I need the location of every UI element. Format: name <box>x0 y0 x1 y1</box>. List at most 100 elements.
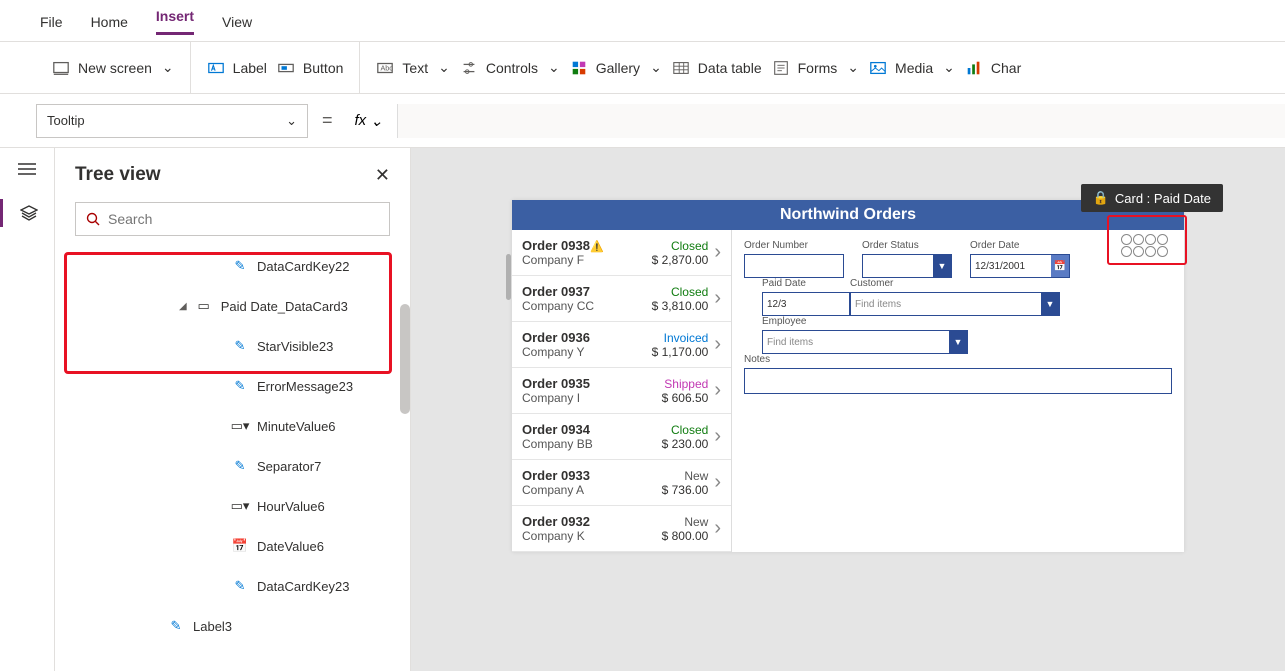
ribbon-button[interactable]: Button <box>277 59 343 77</box>
search-icon <box>86 212 100 226</box>
paid-date-picker[interactable]: 12/3 <box>762 292 850 316</box>
chevron-down-icon: ⌄ <box>847 59 859 76</box>
chevron-down-icon: ⌄ <box>943 59 955 76</box>
media-icon <box>869 59 887 77</box>
order-form: Order Number Order Status ▼ Order Date 1… <box>732 230 1184 552</box>
order-row[interactable]: Order 0933Company ANew$ 736.00› <box>512 460 731 506</box>
chevron-down-icon: ▼ <box>949 331 967 353</box>
ribbon-gallery-button[interactable]: Gallery ⌄ <box>570 59 662 77</box>
top-menu: File Home Insert View <box>0 0 1285 42</box>
ribbon-text-button[interactable]: Abc Text ⌄ <box>376 59 449 77</box>
tree-title: Tree view <box>75 164 161 186</box>
chevron-down-icon: ⌄ <box>162 59 174 76</box>
button-icon <box>277 59 295 77</box>
tree-item-label3[interactable]: ✎ Label3 <box>55 606 410 646</box>
menu-file[interactable]: File <box>40 14 63 30</box>
tree-item-starvisible[interactable]: ✎ StarVisible23 <box>55 326 410 366</box>
ribbon-media-button[interactable]: Media ⌄ <box>869 59 955 77</box>
chevron-down-icon: ⌄ <box>286 113 297 129</box>
svg-text:Abc: Abc <box>381 63 394 72</box>
gallery-icon <box>570 59 588 77</box>
order-status-dropdown[interactable]: ▼ <box>862 254 952 278</box>
order-row[interactable]: Order 0936Company YInvoiced$ 1,170.00› <box>512 322 731 368</box>
lock-icon: 🔒 <box>1093 190 1109 206</box>
notes-label: Notes <box>744 354 1172 365</box>
order-number-input[interactable] <box>744 254 844 278</box>
equals-sign: = <box>322 110 333 131</box>
dropdown-icon: ▭▾ <box>231 419 249 433</box>
forms-icon <box>772 59 790 77</box>
tree-item-hourvalue[interactable]: ▭▾ HourValue6 <box>55 486 410 526</box>
chevron-down-icon: ⌄ <box>438 59 450 76</box>
order-row[interactable]: Order 0934Company BBClosed$ 230.00› <box>512 414 731 460</box>
datatable-icon <box>672 59 690 77</box>
menu-home[interactable]: Home <box>91 14 128 30</box>
property-selector[interactable]: Tooltip ⌄ <box>36 104 308 138</box>
ribbon-datatable-button[interactable]: Data table <box>672 59 762 77</box>
fx-button[interactable]: fx ⌄ <box>347 106 391 136</box>
chart-icon <box>965 59 983 77</box>
notes-input[interactable] <box>744 368 1172 394</box>
tree-item-separator[interactable]: ✎ Separator7 <box>55 446 410 486</box>
chevron-right-icon: › <box>714 333 721 356</box>
chevron-down-icon: ⌄ <box>650 59 662 76</box>
left-rail <box>0 148 55 671</box>
ribbon-chart-button[interactable]: Char <box>965 59 1021 77</box>
formula-input[interactable] <box>397 104 1285 138</box>
order-row[interactable]: Order 0937Company CCClosed$ 3,810.00› <box>512 276 731 322</box>
new-screen-icon <box>52 59 70 77</box>
selection-tooltip: 🔒 Card : Paid Date <box>1081 184 1223 212</box>
chevron-right-icon: › <box>714 517 721 540</box>
order-gallery[interactable]: Order 0938⚠️Company FClosed$ 2,870.00›Or… <box>512 230 732 552</box>
label-icon: ✎ <box>231 379 249 393</box>
menu-insert[interactable]: Insert <box>156 8 194 35</box>
tree-item-minutevalue[interactable]: ▭▾ MinuteValue6 <box>55 406 410 446</box>
chevron-right-icon: › <box>714 471 721 494</box>
ribbon: New screen ⌄ Label Button Abc Text ⌄ Con… <box>0 42 1285 94</box>
new-screen-button[interactable]: New screen ⌄ <box>52 59 174 77</box>
tree-item-paiddate-card[interactable]: ◢ ▭ Paid Date_DataCard3 <box>55 286 410 326</box>
hamburger-icon[interactable] <box>18 162 36 179</box>
ribbon-label-button[interactable]: Label <box>207 59 267 77</box>
chevron-right-icon: › <box>714 241 721 264</box>
tree-scrollbar[interactable] <box>400 304 410 414</box>
order-date-picker[interactable]: 12/31/2001📅 <box>970 254 1070 278</box>
dropdown-icon: ▭▾ <box>231 499 249 513</box>
calendar-icon: 📅 <box>1051 255 1069 277</box>
collapse-icon[interactable]: ◢ <box>179 301 187 312</box>
chevron-right-icon: › <box>714 379 721 402</box>
tree-item-datacardkey23[interactable]: ✎ DataCardKey23 <box>55 566 410 606</box>
tree-search-input[interactable] <box>108 211 379 227</box>
order-status-label: Order Status <box>862 240 952 251</box>
chevron-right-icon: › <box>714 425 721 448</box>
text-icon: Abc <box>376 59 394 77</box>
tree-panel: Tree view ✕ ✎ DataCardKey22 ◢ ▭ Paid Dat… <box>55 148 411 671</box>
chevron-right-icon: › <box>714 287 721 310</box>
gallery-scrollbar[interactable] <box>506 254 511 300</box>
tree-view-tab[interactable] <box>0 199 54 227</box>
label-icon <box>207 59 225 77</box>
employee-combobox[interactable]: Find items▼ <box>762 330 968 354</box>
customer-label: Customer <box>850 278 1060 289</box>
menu-view[interactable]: View <box>222 14 252 30</box>
tree-item-errormessage[interactable]: ✎ ErrorMessage23 <box>55 366 410 406</box>
calendar-icon: 📅 <box>231 539 249 553</box>
order-date-label: Order Date <box>970 240 1070 251</box>
ribbon-forms-button[interactable]: Forms ⌄ <box>772 59 859 77</box>
label-icon: ✎ <box>167 619 185 633</box>
order-row[interactable]: Order 0932Company KNew$ 800.00› <box>512 506 731 552</box>
tree-item-datacardkey22[interactable]: ✎ DataCardKey22 <box>55 246 410 286</box>
app-preview: Northwind Orders Order 0938⚠️Company FCl… <box>512 200 1184 552</box>
tree-item-datevalue[interactable]: 📅 DateValue6 <box>55 526 410 566</box>
ribbon-controls-button[interactable]: Controls ⌄ <box>460 59 560 77</box>
close-icon[interactable]: ✕ <box>375 165 390 186</box>
order-row[interactable]: Order 0935Company IShipped$ 606.50› <box>512 368 731 414</box>
chevron-down-icon: ▼ <box>933 255 951 277</box>
customer-combobox[interactable]: Find items▼ <box>850 292 1060 316</box>
label-icon: ✎ <box>231 459 249 473</box>
order-row[interactable]: Order 0938⚠️Company FClosed$ 2,870.00› <box>512 230 731 276</box>
chevron-down-icon: ▼ <box>1041 293 1059 315</box>
tree-search[interactable] <box>75 202 390 236</box>
design-canvas[interactable]: 🔒 Card : Paid Date Northwind Orders Orde… <box>411 148 1285 671</box>
label-icon: ✎ <box>231 339 249 353</box>
